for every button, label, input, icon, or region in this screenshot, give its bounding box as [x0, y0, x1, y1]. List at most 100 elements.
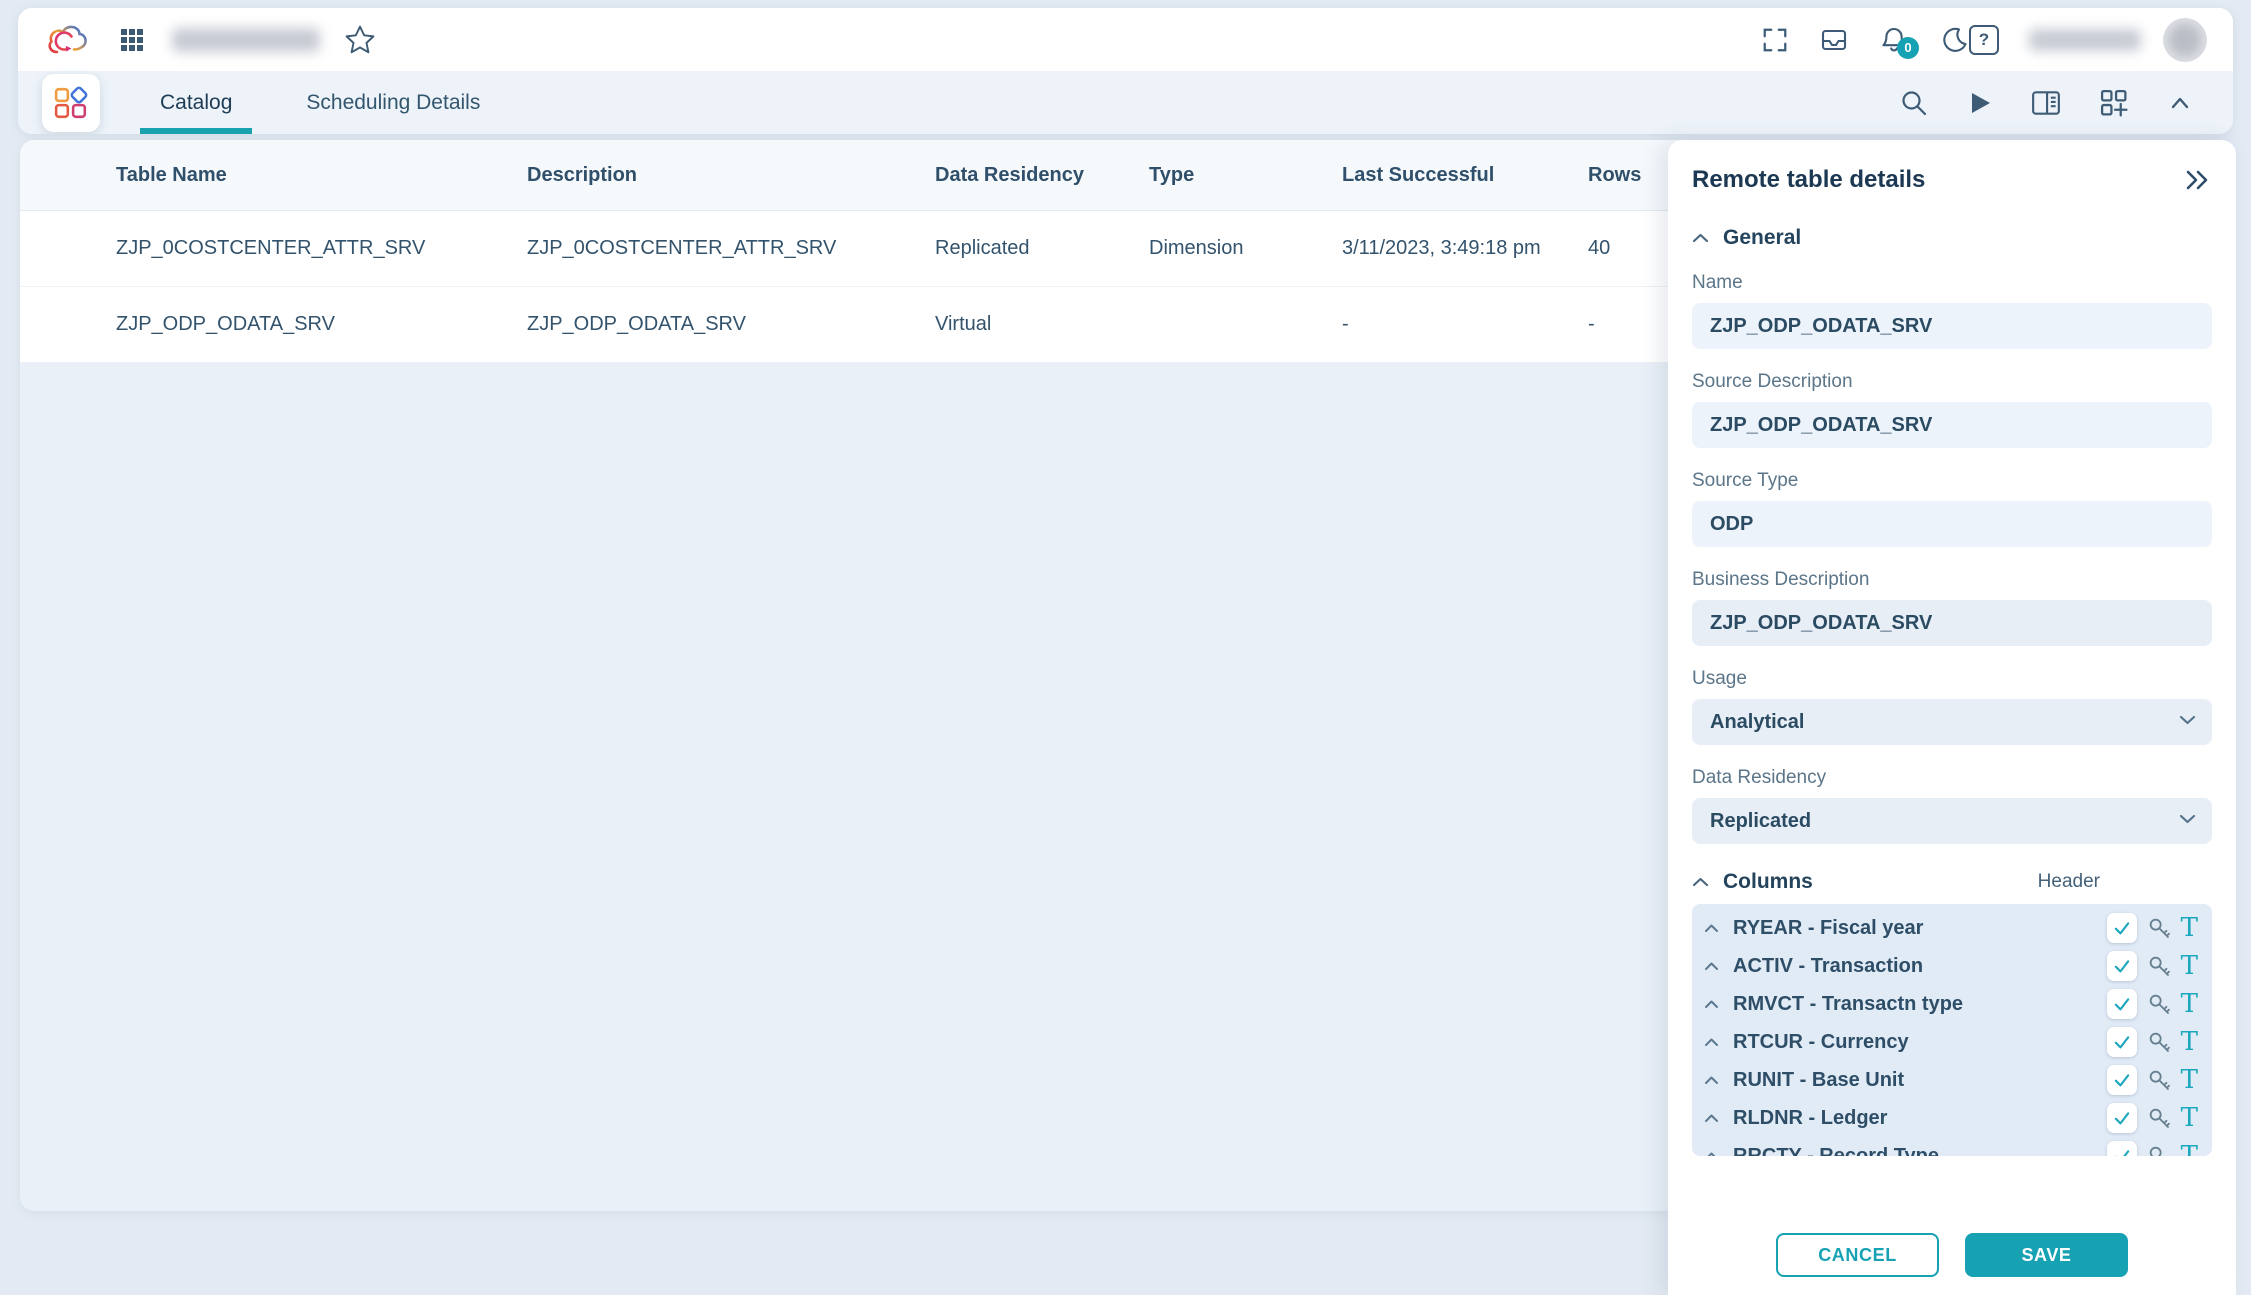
datasphere-logo[interactable]	[44, 21, 90, 59]
name-field-value: ZJP_ODP_ODATA_SRV	[1710, 315, 1932, 338]
chevron-up-icon[interactable]	[1704, 1075, 1719, 1085]
add-widget-grid-plus-icon[interactable]	[2099, 88, 2129, 118]
text-type-icon[interactable]: T	[2181, 991, 2198, 1017]
column-header-table-name[interactable]: Table Name	[116, 164, 527, 187]
header-checkbox-checked[interactable]	[2107, 989, 2137, 1019]
tab-scheduling-details-label: Scheduling Details	[306, 91, 480, 115]
source-type-field-label: Source Type	[1692, 470, 2212, 492]
app-window: 0 ?	[0, 0, 2251, 1295]
chevron-up-icon[interactable]	[1704, 1037, 1719, 1047]
header-checkbox-checked[interactable]	[2107, 1103, 2137, 1133]
key-icon[interactable]	[2147, 954, 2172, 979]
text-type-icon[interactable]: T	[2181, 915, 2198, 941]
column-list-item[interactable]: RRCTY - Record Type T	[1692, 1137, 2212, 1156]
text-type-icon[interactable]: T	[2181, 1067, 2198, 1093]
header-checkbox-checked[interactable]	[2107, 1065, 2137, 1095]
collapse-panel-double-chevron-icon[interactable]	[2184, 166, 2212, 194]
cell-data-residency: Virtual	[935, 313, 1149, 336]
chevron-up-icon[interactable]	[1704, 923, 1719, 933]
app-grid-icon[interactable]	[120, 28, 144, 52]
general-section-header[interactable]: General	[1692, 226, 2212, 250]
page-toolbar: Catalog Scheduling Details	[18, 71, 2233, 134]
collapse-toolbar-chevron-up-icon[interactable]	[2167, 90, 2193, 116]
column-list-item[interactable]: RYEAR - Fiscal year T	[1692, 909, 2212, 947]
header-checkbox-checked[interactable]	[2107, 1027, 2137, 1057]
column-list-item[interactable]: RUNIT - Base Unit T	[1692, 1061, 2212, 1099]
column-header-type[interactable]: Type	[1149, 164, 1342, 187]
active-tab-underline	[140, 128, 252, 134]
text-type-icon[interactable]: T	[2181, 1029, 2198, 1055]
column-list-item[interactable]: RMVCT - Transactn type T	[1692, 985, 2212, 1023]
fullscreen-icon[interactable]	[1761, 26, 1789, 54]
header-checkbox-checked[interactable]	[2107, 913, 2137, 943]
dark-mode-moon-icon[interactable]	[1939, 25, 1969, 55]
column-name-label: RMVCT - Transactn type	[1733, 993, 1963, 1016]
key-icon[interactable]	[2147, 916, 2172, 941]
columns-list: RYEAR - Fiscal year T ACTIV - Transactio…	[1692, 904, 2212, 1156]
notification-count-badge: 0	[1897, 37, 1919, 59]
cell-type: Dimension	[1149, 237, 1342, 260]
key-icon[interactable]	[2147, 992, 2172, 1017]
help-icon[interactable]: ?	[1969, 25, 1999, 55]
notifications-bell-icon[interactable]: 0	[1879, 25, 1909, 55]
run-play-icon[interactable]	[1967, 90, 1993, 116]
usage-select-value: Analytical	[1710, 711, 1804, 734]
columns-section-header[interactable]: Columns Header	[1692, 870, 2212, 894]
name-field[interactable]: ZJP_ODP_ODATA_SRV	[1692, 303, 2212, 349]
chevron-up-icon[interactable]	[1704, 999, 1719, 1009]
key-icon[interactable]	[2147, 1030, 2172, 1055]
shell-topbar: 0 ?	[18, 8, 2233, 71]
key-icon[interactable]	[2147, 1144, 2172, 1157]
chevron-down-icon	[2179, 714, 2196, 726]
tab-scheduling-details[interactable]: Scheduling Details	[286, 71, 500, 134]
business-description-field-label: Business Description	[1692, 569, 2212, 591]
text-type-icon[interactable]: T	[2181, 953, 2198, 979]
chevron-up-icon[interactable]	[1704, 1113, 1719, 1123]
column-list-item[interactable]: ACTIV - Transaction T	[1692, 947, 2212, 985]
name-field-label: Name	[1692, 272, 2212, 294]
cell-description: ZJP_0COSTCENTER_ATTR_SRV	[527, 237, 935, 260]
cancel-button[interactable]: CANCEL	[1776, 1233, 1939, 1277]
user-avatar[interactable]	[2163, 18, 2207, 62]
user-name-redacted	[2029, 29, 2141, 51]
column-header-last-successful[interactable]: Last Successful	[1342, 164, 1588, 187]
catalog-app-tile[interactable]	[42, 74, 100, 132]
data-residency-select-value: Replicated	[1710, 810, 1811, 833]
column-name-label: RYEAR - Fiscal year	[1733, 917, 1923, 940]
column-header-data-residency[interactable]: Data Residency	[935, 164, 1149, 187]
columns-section-label: Columns	[1723, 870, 1813, 894]
source-description-field[interactable]: ZJP_ODP_ODATA_SRV	[1692, 402, 2212, 448]
details-panel-toggle-icon[interactable]	[2031, 88, 2061, 118]
tab-strip: Catalog Scheduling Details	[140, 71, 500, 134]
tenant-name-redacted	[172, 28, 320, 52]
inbox-icon[interactable]	[1819, 25, 1849, 55]
tab-catalog[interactable]: Catalog	[140, 71, 252, 134]
text-type-icon[interactable]: T	[2181, 1143, 2198, 1156]
shell-header-card: 0 ?	[18, 8, 2233, 134]
chevron-up-icon[interactable]	[1704, 961, 1719, 971]
cell-last-successful: -	[1342, 313, 1588, 336]
source-type-field: ODP	[1692, 501, 2212, 547]
text-type-icon[interactable]: T	[2181, 1105, 2198, 1131]
column-header-description[interactable]: Description	[527, 164, 935, 187]
save-button[interactable]: SAVE	[1965, 1233, 2128, 1277]
tab-catalog-label: Catalog	[160, 91, 232, 115]
business-description-field-value: ZJP_ODP_ODATA_SRV	[1710, 612, 1932, 635]
header-checkbox-checked[interactable]	[2107, 1141, 2137, 1156]
favorite-star-icon[interactable]	[344, 24, 376, 56]
header-checkbox-checked[interactable]	[2107, 951, 2137, 981]
search-icon[interactable]	[1899, 88, 1929, 118]
cell-table-name: ZJP_0COSTCENTER_ATTR_SRV	[116, 237, 527, 260]
usage-select[interactable]: Analytical	[1692, 699, 2212, 745]
chevron-up-icon[interactable]	[1704, 1151, 1719, 1156]
data-residency-select[interactable]: Replicated	[1692, 798, 2212, 844]
key-icon[interactable]	[2147, 1106, 2172, 1131]
column-list-item[interactable]: RTCUR - Currency T	[1692, 1023, 2212, 1061]
cell-table-name: ZJP_ODP_ODATA_SRV	[116, 313, 527, 336]
column-name-label: ACTIV - Transaction	[1733, 955, 1923, 978]
business-description-field[interactable]: ZJP_ODP_ODATA_SRV	[1692, 600, 2212, 646]
column-name-label: RRCTY - Record Type	[1733, 1145, 1939, 1157]
column-name-label: RLDNR - Ledger	[1733, 1107, 1887, 1130]
key-icon[interactable]	[2147, 1068, 2172, 1093]
column-list-item[interactable]: RLDNR - Ledger T	[1692, 1099, 2212, 1137]
